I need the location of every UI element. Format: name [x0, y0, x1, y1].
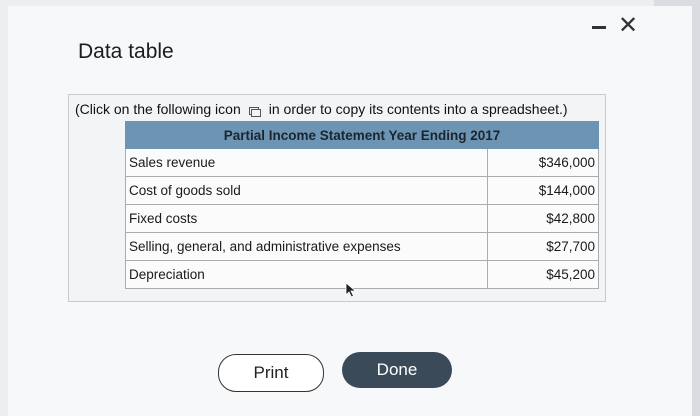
row-value: $42,800	[487, 204, 599, 233]
row-label: Sales revenue	[125, 148, 488, 177]
done-button[interactable]: Done	[342, 352, 452, 388]
row-value: $144,000	[487, 176, 599, 205]
minimize-icon[interactable]	[592, 25, 606, 29]
copy-instruction: (Click on the following icon in order to…	[75, 101, 568, 117]
row-label: Cost of goods sold	[125, 176, 488, 205]
close-icon[interactable]: ✕	[618, 14, 638, 38]
window-controls: ✕	[592, 14, 638, 38]
table-row: Selling, general, and administrative exp…	[125, 232, 599, 261]
income-statement-table: Partial Income Statement Year Ending 201…	[125, 121, 599, 289]
print-button[interactable]: Print	[218, 354, 324, 392]
row-label: Selling, general, and administrative exp…	[125, 232, 488, 261]
dialog-title: Data table	[78, 40, 174, 63]
row-value: $346,000	[487, 148, 599, 177]
row-label: Depreciation	[125, 260, 488, 289]
row-value: $27,700	[487, 232, 599, 261]
mouse-cursor-icon	[345, 282, 357, 298]
table-header: Partial Income Statement Year Ending 201…	[125, 121, 599, 149]
data-table-dialog: Data table ✕ (Click on the following ico…	[8, 6, 692, 416]
copy-icon[interactable]	[248, 104, 261, 117]
table-row: Sales revenue $346,000	[125, 148, 599, 177]
instruction-text-before: (Click on the following icon	[75, 101, 241, 117]
table-row: Fixed costs $42,800	[125, 204, 599, 233]
instruction-text-after: in order to copy its contents into a spr…	[268, 101, 568, 117]
row-label: Fixed costs	[125, 204, 488, 233]
table-panel: (Click on the following icon in order to…	[68, 94, 606, 302]
table-row: Cost of goods sold $144,000	[125, 176, 599, 205]
row-value: $45,200	[487, 260, 599, 289]
table-row: Depreciation $45,200	[125, 260, 599, 289]
